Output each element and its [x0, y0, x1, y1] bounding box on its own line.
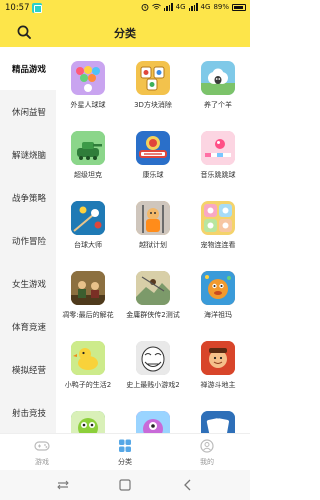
header: 分类 — [0, 17, 250, 47]
sidebar-item-action[interactable]: 动作冒险 — [0, 219, 56, 262]
game-card[interactable]: 金庸群侠传2测试 — [121, 271, 185, 320]
sidebar-item-simulation[interactable]: 模拟经营 — [0, 348, 56, 391]
profile-icon — [200, 439, 214, 453]
game-name: 禅游斗地主 — [200, 381, 236, 389]
game-card[interactable]: 外星人球球 — [56, 61, 120, 110]
game-card[interactable]: 养了个羊 — [186, 61, 250, 110]
tab-profile[interactable]: 我的 — [187, 439, 227, 467]
signal-icon — [163, 3, 173, 11]
sidebar-item-label: 女生游戏 — [12, 279, 47, 290]
game-card[interactable]: 康乐球 — [121, 131, 185, 180]
status-indicators: 4G 4G 89% — [141, 3, 246, 11]
wifi-icon — [151, 3, 161, 10]
game-card[interactable]: 台球大师 — [56, 201, 120, 250]
category-grid-icon — [119, 439, 131, 452]
swordsman-icon — [136, 271, 170, 305]
landlord-icon — [201, 341, 235, 375]
forest-hunter-icon — [71, 271, 105, 305]
music-ball-icon — [201, 131, 235, 165]
cards-icon — [201, 411, 235, 433]
game-card[interactable] — [186, 411, 250, 433]
game-card[interactable]: 宠物连连看 — [186, 201, 250, 250]
game-card[interactable] — [121, 411, 185, 433]
monster-icon — [136, 411, 170, 433]
pet-match-icon — [201, 201, 235, 235]
tab-games[interactable]: 游戏 — [22, 439, 62, 467]
game-card[interactable] — [56, 411, 120, 433]
bottom-tab-bar: 游戏 分类 我的 — [0, 433, 250, 470]
game-name: 小鸭子的生活2 — [64, 381, 112, 389]
tab-category[interactable]: 分类 — [105, 439, 145, 467]
game-card[interactable]: 小鸭子的生活2 — [56, 341, 120, 390]
home-icon[interactable] — [117, 477, 133, 493]
tab-label: 我的 — [200, 458, 214, 466]
game-card[interactable]: 禅游斗地主 — [186, 341, 250, 390]
game-name: 史上最贱小游戏2 — [126, 381, 180, 389]
sidebar-item-strategy[interactable]: 战争策略 — [0, 176, 56, 219]
mahjong-tiles-icon — [136, 61, 170, 95]
duck-icon — [71, 341, 105, 375]
tab-label: 游戏 — [35, 458, 49, 466]
game-name: 金庸群侠传2测试 — [126, 311, 180, 319]
ocean-zuma-icon — [201, 271, 235, 305]
sidebar-item-label: 战争策略 — [12, 193, 47, 204]
game-name: 3D方块消除 — [134, 101, 172, 109]
sidebar-item-featured[interactable]: 精品游戏 — [0, 47, 56, 90]
sidebar-item-label: 模拟经营 — [12, 365, 47, 376]
game-name: 台球大师 — [74, 241, 102, 249]
game-card[interactable]: 音乐跳跳球 — [186, 131, 250, 180]
sidebar-item-sports[interactable]: 体育竞速 — [0, 305, 56, 348]
troll-face-icon — [136, 341, 170, 375]
game-name: 超级坦克 — [74, 171, 102, 179]
sheep-icon — [201, 61, 235, 95]
tab-label: 分类 — [118, 458, 132, 466]
game-card[interactable]: 越狱计划 — [121, 201, 185, 250]
sidebar-item-label: 体育竞速 — [12, 322, 47, 333]
game-name: 养了个羊 — [204, 101, 232, 109]
game-name: 康乐球 — [142, 171, 164, 179]
sidebar-item-label: 射击竞技 — [12, 408, 47, 419]
billiards-icon — [71, 201, 105, 235]
gamepad-icon — [34, 441, 50, 451]
game-name: 音乐跳跳球 — [200, 171, 236, 179]
status-time: 10:57 — [5, 3, 30, 13]
game-name: 外星人球球 — [70, 101, 106, 109]
game-name: 宠物连连看 — [200, 241, 236, 249]
green-alien-icon — [71, 411, 105, 433]
game-card[interactable]: 史上最贱小游戏2 — [121, 341, 185, 390]
app-notification-icon — [32, 3, 42, 13]
prison-escape-icon — [136, 201, 170, 235]
game-grid: 外星人球球 3D方块消除 养了个羊 超级坦克 康乐球 音乐跳跳球 台球大师 越狱… — [56, 47, 250, 433]
game-name: 越狱计划 — [139, 241, 167, 249]
game-card[interactable]: 超级坦克 — [56, 131, 120, 180]
sidebar-item-puzzle[interactable]: 解谜烧脑 — [0, 133, 56, 176]
sidebar-item-label: 解谜烧脑 — [12, 150, 47, 161]
network-label-2: 4G — [200, 3, 211, 11]
page-title: 分类 — [114, 27, 136, 40]
tank-icon — [71, 131, 105, 165]
signal-icon-2 — [188, 3, 198, 11]
game-name: 凋零:最后的解花 — [62, 311, 114, 319]
category-sidebar: 精品游戏 休闲益智 解谜烧脑 战争策略 动作冒险 女生游戏 体育竞速 模拟经营 … — [0, 47, 56, 433]
battery-icon — [232, 3, 246, 11]
status-bar: 10:57 4G 4G 89% — [0, 0, 250, 17]
alarm-icon — [141, 3, 149, 11]
system-nav-bar — [0, 470, 250, 500]
menu-icon[interactable] — [55, 477, 71, 493]
game-name: 海洋祖玛 — [204, 311, 232, 319]
battery-percent: 89% — [213, 3, 229, 11]
bubble-shooter-icon — [71, 61, 105, 95]
network-label: 4G — [175, 3, 186, 11]
carrom-icon — [136, 131, 170, 165]
game-card[interactable]: 海洋祖玛 — [186, 271, 250, 320]
sidebar-item-label: 动作冒险 — [12, 236, 47, 247]
sidebar-item-label: 精品游戏 — [12, 64, 47, 75]
sidebar-item-shooter[interactable]: 射击竞技 — [0, 391, 56, 433]
sidebar-item-casual[interactable]: 休闲益智 — [0, 90, 56, 133]
sidebar-item-label: 休闲益智 — [12, 107, 47, 118]
game-card[interactable]: 3D方块消除 — [121, 61, 185, 110]
sidebar-item-girls[interactable]: 女生游戏 — [0, 262, 56, 305]
game-card[interactable]: 凋零:最后的解花 — [56, 271, 120, 320]
back-icon[interactable] — [180, 477, 196, 493]
